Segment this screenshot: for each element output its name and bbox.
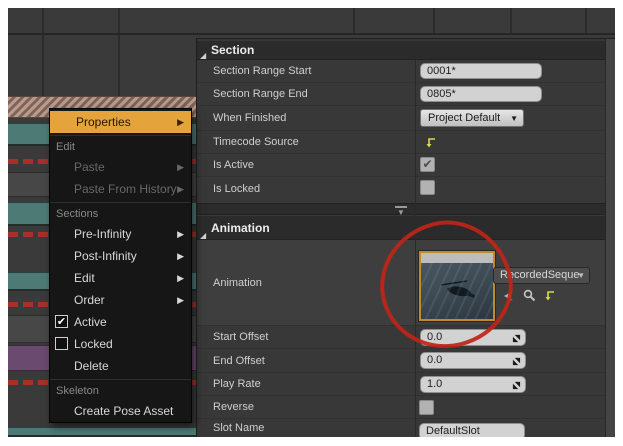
dropdown-value: Project Default [428, 112, 501, 124]
menu-item-pre-infinity[interactable]: Pre-Infinity ▶ [50, 223, 191, 245]
menu-item-label: Paste [74, 160, 105, 174]
property-label: Reverse [213, 401, 254, 413]
field-value: 0001* [427, 65, 456, 77]
panel-scrollbar[interactable] [605, 39, 615, 437]
menu-item-edit[interactable]: Edit ▶ [50, 267, 191, 289]
menu-item-post-infinity[interactable]: Post-Infinity ▶ [50, 245, 191, 267]
submenu-arrow-icon: ▶ [177, 273, 184, 283]
field-value: 0805* [427, 88, 456, 100]
property-label: Play Rate [213, 378, 261, 390]
menu-item-paste[interactable]: Paste ▶ [50, 156, 191, 178]
property-label: Slot Name [213, 422, 265, 434]
property-row-is-locked: Is Locked [197, 177, 606, 200]
property-row-play-rate: Play Rate 1.0 [197, 373, 606, 396]
menu-item-locked[interactable]: Locked [50, 333, 191, 355]
reset-to-default-icon[interactable] [425, 136, 437, 154]
property-label: Animation [213, 276, 262, 289]
numeric-drag-icon[interactable] [512, 333, 521, 343]
browse-asset-icon[interactable] [523, 289, 536, 307]
property-row-timecode-source: Timecode Source [197, 131, 606, 154]
property-row-end-offset: End Offset 0.0 [197, 349, 606, 373]
play-rate-input[interactable]: 1.0 [420, 376, 526, 393]
property-row-reverse: Reverse [197, 396, 606, 419]
menu-separator [50, 379, 191, 380]
timeline-track-bar[interactable] [8, 427, 196, 437]
is-active-checkbox-checked[interactable]: ✔ [420, 157, 435, 172]
menu-item-label: Locked [74, 337, 113, 351]
menu-item-create-pose-asset[interactable]: Create Pose Asset [50, 400, 191, 422]
field-value: 1.0 [427, 378, 443, 390]
menu-item-properties[interactable]: Properties ▶ [50, 111, 191, 133]
category-title: Section [211, 43, 255, 57]
numeric-drag-icon[interactable] [512, 356, 521, 366]
section-category-header[interactable]: ◢ Section [197, 41, 606, 60]
timeline-gridline [353, 8, 355, 35]
menu-item-active[interactable]: ✔ Active [50, 311, 191, 333]
field-value: DefaultSlot [426, 425, 480, 437]
timeline-gridline [433, 8, 435, 35]
property-row-slot-name: Slot Name DefaultSlot [197, 419, 606, 437]
property-label: Section Range End [213, 88, 308, 100]
details-collapse-band: ▼ [197, 203, 606, 217]
menu-separator [50, 135, 191, 136]
checkbox-checked-icon[interactable]: ✔ [55, 315, 68, 328]
menu-group-sections: Sections [56, 208, 99, 220]
numeric-drag-icon[interactable] [512, 380, 521, 390]
menu-item-label: Active [74, 315, 107, 329]
menu-group-edit: Edit [56, 141, 75, 153]
sequencer-stage: Properties ▶ Edit Paste ▶ Paste From His… [8, 8, 615, 437]
menu-item-label: Pre-Infinity [74, 227, 132, 241]
submenu-arrow-icon: ▶ [177, 184, 184, 194]
dropdown-arrow-icon: ▼ [510, 114, 518, 123]
property-row-section-range-start: Section Range Start 0001* [197, 60, 606, 83]
slot-name-input[interactable]: DefaultSlot [419, 423, 525, 437]
menu-separator [50, 202, 191, 203]
submenu-arrow-icon: ▶ [177, 117, 184, 127]
menu-item-label: Edit [74, 271, 95, 285]
section-range-end-input[interactable]: 0805* [420, 86, 542, 102]
checkbox-unchecked-icon[interactable] [55, 337, 68, 350]
property-label: Start Offset [213, 331, 269, 343]
property-row-is-active: Is Active ✔ [197, 154, 606, 177]
menu-item-label: Paste From History [74, 182, 177, 196]
animation-category-header[interactable]: ◢ Animation [197, 216, 606, 240]
timeline-gridline [510, 8, 512, 35]
property-label: Timecode Source [213, 136, 299, 148]
submenu-arrow-icon: ▶ [177, 295, 184, 305]
reset-to-default-icon[interactable] [544, 289, 556, 307]
section-range-start-input[interactable]: 0001* [420, 63, 542, 79]
submenu-arrow-icon: ▶ [177, 251, 184, 261]
menu-item-label: Order [74, 293, 105, 307]
screenshot-canvas: Properties ▶ Edit Paste ▶ Paste From His… [0, 0, 623, 446]
submenu-arrow-icon: ▶ [177, 229, 184, 239]
menu-item-label: Create Pose Asset [74, 404, 174, 418]
timeline-gridline [585, 8, 587, 35]
reverse-checkbox-unchecked[interactable] [419, 400, 434, 415]
property-label: End Offset [213, 354, 265, 367]
menu-item-order[interactable]: Order ▶ [50, 289, 191, 311]
property-row-when-finished: When Finished Project Default ▼ [197, 106, 606, 131]
end-offset-input[interactable]: 0.0 [420, 352, 526, 369]
is-locked-checkbox-unchecked[interactable] [420, 180, 435, 195]
property-row-section-range-end: Section Range End 0805* [197, 83, 606, 106]
submenu-arrow-icon: ▶ [177, 162, 184, 172]
menu-item-label: Properties [76, 115, 131, 129]
when-finished-dropdown[interactable]: Project Default ▼ [420, 109, 524, 127]
dropdown-arrow-icon: ▼ [577, 271, 585, 280]
property-label: Is Active [213, 159, 254, 171]
field-value: 0.0 [427, 354, 443, 366]
menu-group-skeleton: Skeleton [56, 385, 99, 397]
menu-item-delete[interactable]: Delete [50, 355, 191, 377]
property-label: Is Locked [213, 182, 261, 195]
menu-item-label: Delete [74, 359, 109, 373]
menu-item-paste-from-history[interactable]: Paste From History ▶ [50, 178, 191, 200]
menu-item-label: Post-Infinity [74, 249, 137, 263]
context-menu: Properties ▶ Edit Paste ▶ Paste From His… [49, 108, 192, 423]
property-label: Section Range Start [213, 65, 312, 77]
category-title: Animation [211, 221, 270, 235]
property-label: When Finished [213, 112, 287, 124]
